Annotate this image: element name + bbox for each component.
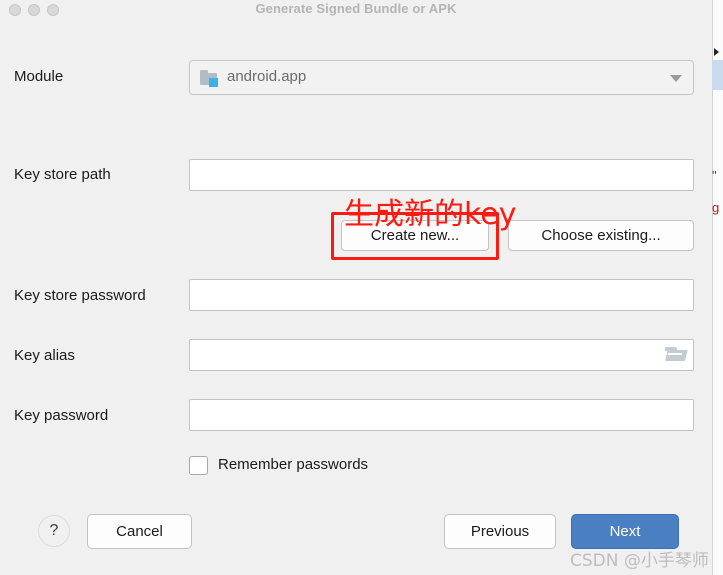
background-red-text-2: g [712, 200, 720, 215]
choose-existing-keystore-button[interactable]: Choose existing... [508, 220, 694, 251]
background-window-sliver: " g [712, 0, 723, 575]
module-label: Module [14, 68, 64, 85]
android-module-folder-icon [200, 69, 220, 87]
help-button[interactable]: ? [38, 515, 70, 547]
key-alias-input[interactable] [189, 339, 694, 371]
chevron-down-icon[interactable] [670, 75, 682, 82]
module-selected-value: android.app [227, 68, 307, 85]
previous-button[interactable]: Previous [444, 514, 556, 549]
key-store-path-label: Key store path [14, 166, 111, 183]
background-selection-highlight [712, 60, 723, 90]
annotation-highlight-box [331, 212, 499, 260]
folder-open-icon[interactable] [665, 347, 688, 363]
background-red-text-1: " [712, 168, 717, 183]
remember-passwords-checkbox[interactable] [189, 456, 208, 475]
generate-signed-bundle-dialog: Generate Signed Bundle or APK Module and… [0, 0, 712, 575]
title-bar: Generate Signed Bundle or APK [0, 0, 712, 24]
key-store-password-label: Key store password [14, 287, 146, 304]
key-alias-label: Key alias [14, 347, 75, 364]
key-password-input[interactable] [189, 399, 694, 431]
key-store-password-input[interactable] [189, 279, 694, 311]
window-title: Generate Signed Bundle or APK [255, 1, 457, 16]
text-caret-icon [714, 48, 719, 56]
next-button[interactable]: Next [571, 514, 679, 549]
remember-passwords-label: Remember passwords [218, 456, 369, 473]
cancel-button[interactable]: Cancel [87, 514, 192, 549]
key-store-path-input[interactable] [189, 159, 694, 191]
watermark: CSDN @小手琴师 [570, 551, 709, 571]
module-combobox[interactable]: android.app [189, 60, 694, 95]
key-password-label: Key password [14, 407, 109, 424]
